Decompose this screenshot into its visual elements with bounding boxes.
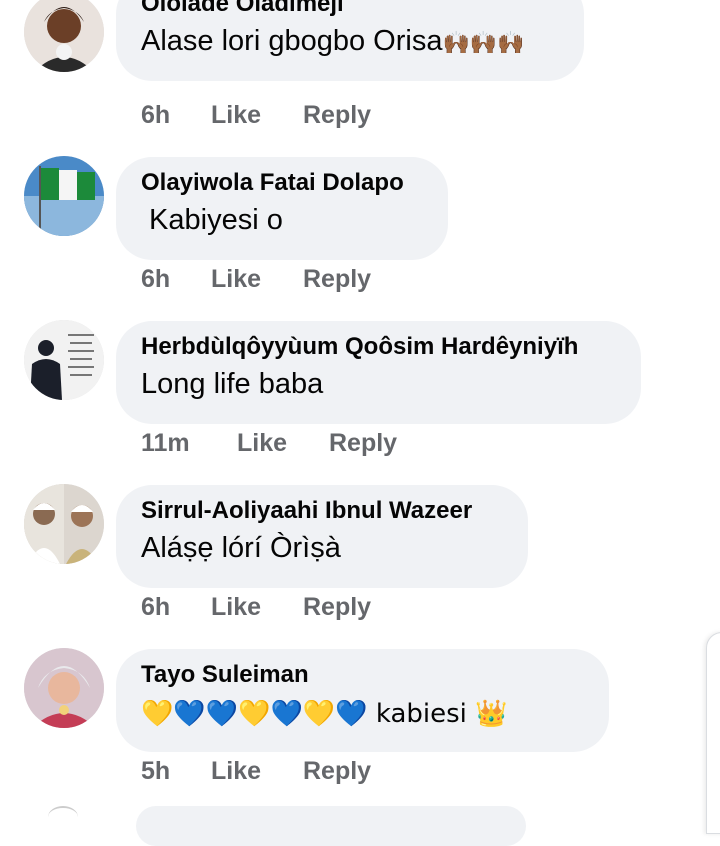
comment-bubble: Herbdùlqôyyùum Qoôsim Hardêyniyïh Long l…: [116, 321, 641, 424]
commenter-name[interactable]: Herbdùlqôyyùum Qoôsim Hardêyniyïh: [141, 333, 578, 361]
reply-button[interactable]: Reply: [329, 429, 397, 458]
comment-text: Long life baba: [141, 368, 324, 400]
comment-bubble: Sirrul-Aoliyaahi Ibnul Wazeer Aláṣẹ lórí…: [116, 485, 528, 588]
commenter-name[interactable]: Sirrul-Aoliyaahi Ibnul Wazeer: [141, 497, 472, 525]
commenter-name[interactable]: Tayo Suleiman: [141, 661, 309, 689]
avatar[interactable]: [24, 320, 104, 400]
commenter-name[interactable]: Ololade Oladimeji: [141, 0, 344, 18]
avatar[interactable]: [24, 156, 104, 236]
like-button[interactable]: Like: [211, 593, 303, 622]
comment-bubble: Olayiwola Fatai Dolapo Kabiyesi o: [116, 157, 448, 260]
comment-actions: 11m Like Reply: [141, 429, 397, 458]
reply-button[interactable]: Reply: [303, 593, 371, 622]
avatar: [48, 806, 78, 828]
comment-text: 💛💙💙💛💙💛💙 kabiesi 👑: [141, 699, 508, 729]
like-button[interactable]: Like: [237, 429, 329, 458]
avatar[interactable]: [24, 484, 104, 564]
comment-actions: 5h Like Reply: [141, 757, 371, 786]
comment-bubble: Tayo Suleiman 💛💙💙💛💙💛💙 kabiesi 👑: [116, 649, 609, 752]
comment-item: Olayiwola Fatai Dolapo Kabiyesi o 6h Like…: [0, 142, 720, 306]
reply-button[interactable]: Reply: [303, 757, 371, 786]
comment-item: Ololade Oladimeji Alase lori gbogbo Oris…: [0, 0, 720, 142]
floating-panel-edge: [706, 632, 720, 834]
raised-hands-emoji: 🙌🏾🙌🏾🙌🏾: [442, 31, 525, 56]
comment-timestamp[interactable]: 6h: [141, 101, 211, 130]
comment-item: Herbdùlqôyyùum Qoôsim Hardêyniyïh Long l…: [0, 306, 720, 470]
comment-text: Alase lori gbogbo Orisa🙌🏾🙌🏾🙌🏾: [141, 25, 525, 57]
comment-timestamp[interactable]: 11m: [141, 429, 237, 458]
comment-timestamp[interactable]: 5h: [141, 757, 211, 786]
reply-button[interactable]: Reply: [303, 265, 371, 294]
avatar[interactable]: [24, 648, 104, 728]
comment-item: Sirrul-Aoliyaahi Ibnul Wazeer Aláṣẹ lórí…: [0, 470, 720, 634]
comment-actions: 6h Like Reply: [141, 101, 371, 130]
like-button[interactable]: Like: [211, 101, 303, 130]
commenter-name[interactable]: Olayiwola Fatai Dolapo: [141, 169, 404, 197]
comment-timestamp[interactable]: 6h: [141, 265, 211, 294]
comment-actions: 6h Like Reply: [141, 593, 371, 622]
like-button[interactable]: Like: [211, 757, 303, 786]
reply-button[interactable]: Reply: [303, 101, 371, 130]
comment-bubble: [136, 806, 526, 846]
comment-item: Tayo Suleiman 💛💙💙💛💙💛💙 kabiesi 👑 5h Like Re…: [0, 634, 720, 798]
avatar[interactable]: [24, 0, 104, 72]
comment-timestamp[interactable]: 6h: [141, 593, 211, 622]
comment-bubble: Ololade Oladimeji Alase lori gbogbo Oris…: [116, 0, 584, 81]
comment-text: Kabiyesi o: [141, 204, 283, 236]
comment-actions: 6h Like Reply: [141, 265, 371, 294]
like-button[interactable]: Like: [211, 265, 303, 294]
comment-text: Aláṣẹ lórí Òrìṣà: [141, 532, 341, 564]
